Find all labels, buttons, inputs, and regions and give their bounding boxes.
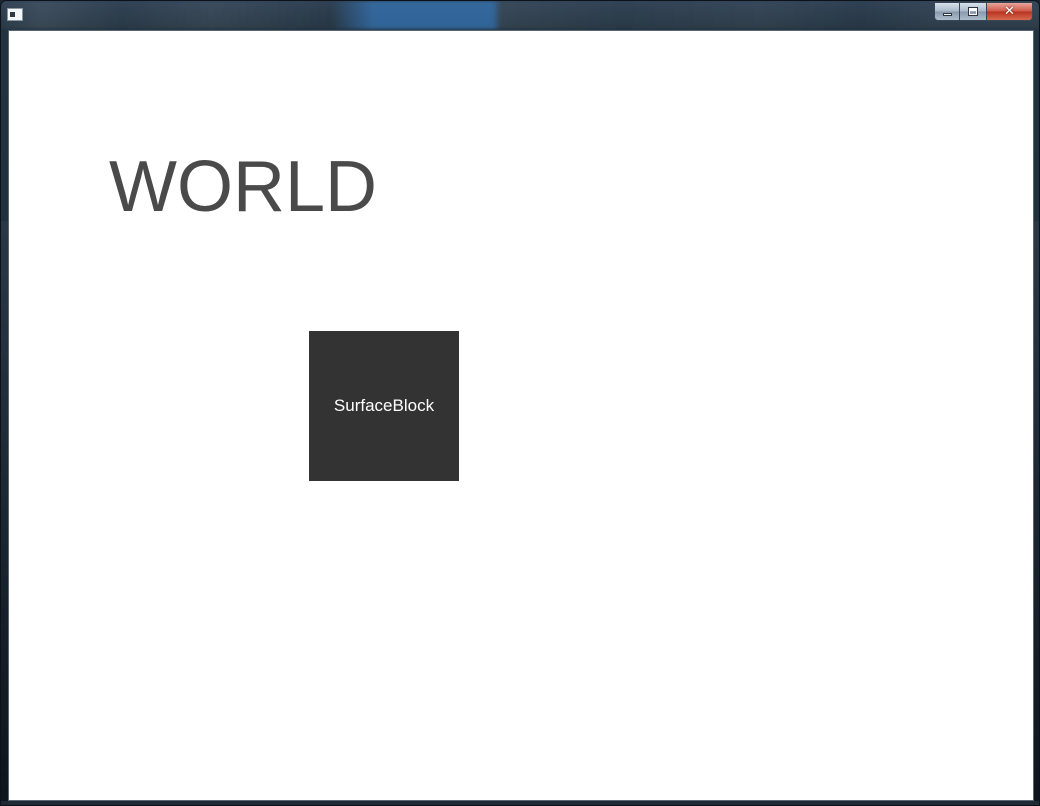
app-window-icon[interactable] [7, 8, 23, 21]
maximize-button[interactable] [960, 2, 987, 21]
close-button[interactable]: ✕ [987, 2, 1033, 21]
world-canvas: WORLD SurfaceBlock [8, 30, 1034, 801]
app-window: ✕ WORLD SurfaceBlock [0, 0, 1040, 806]
close-icon: ✕ [1004, 4, 1015, 19]
title-bar[interactable] [1, 1, 1039, 29]
maximize-icon [968, 7, 978, 16]
world-heading: WORLD [109, 147, 377, 227]
surface-block[interactable]: SurfaceBlock [309, 331, 459, 481]
caption-buttons: ✕ [934, 2, 1033, 21]
surface-block-label: SurfaceBlock [333, 396, 435, 415]
minimize-icon [943, 13, 952, 16]
minimize-button[interactable] [934, 2, 960, 21]
